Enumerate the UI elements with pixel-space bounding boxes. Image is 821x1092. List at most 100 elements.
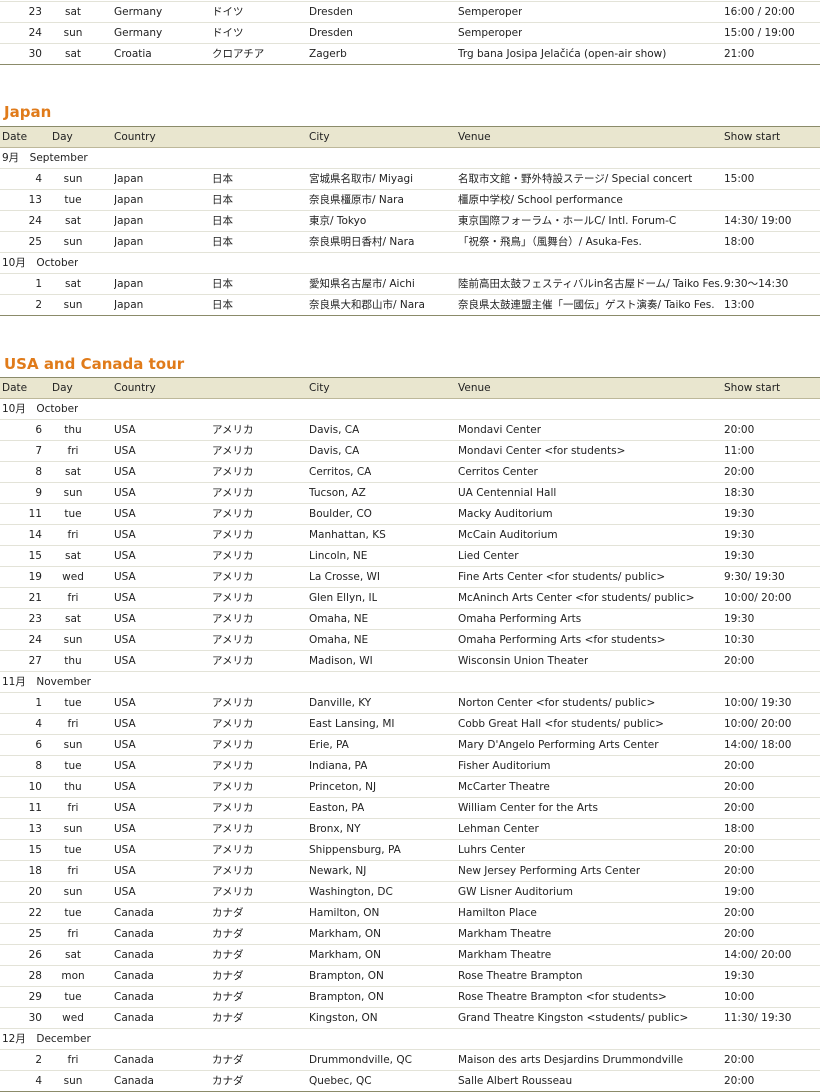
country-jp-cell: 日本 (212, 278, 233, 290)
country-cell: USA (114, 445, 136, 457)
country-jp-cell: アメリカ (212, 781, 254, 793)
country-cell: Canada (114, 928, 154, 940)
table-row: 6 thu USA アメリカ Davis, CA Mondavi Center 20:00 (0, 420, 820, 441)
table-row: 15 tue USA アメリカ Shippensburg, PA Luhrs Center… (0, 840, 820, 861)
date-cell: 15 (28, 844, 42, 856)
city-cell: Kingston, ON (309, 1012, 378, 1024)
venue-cell: McCarter Theatre (458, 781, 550, 793)
date-cell: 4 (35, 173, 42, 185)
day-cell: sat (64, 613, 82, 625)
day-cell: sat (64, 215, 82, 227)
month-row: 9月 September (0, 148, 820, 169)
date-cell: 11 (28, 508, 42, 520)
country-cell: Canada (114, 949, 154, 961)
date-cell: 2 (35, 1054, 42, 1066)
date-cell: 30 (28, 48, 42, 60)
date-cell: 2 (35, 299, 42, 311)
month-label: 10月 October (2, 403, 79, 415)
day-cell: sun (63, 739, 83, 751)
venue-cell: Salle Albert Rousseau (458, 1075, 573, 1087)
table-row: 1 tue USA アメリカ Danville, KY Norton Center <fo… (0, 693, 820, 714)
venue-cell: Hamilton Place (458, 907, 537, 919)
show-start-cell: 20:00 (724, 760, 755, 772)
city-cell: Quebec, QC (309, 1075, 372, 1087)
date-cell: 1 (35, 697, 42, 709)
city-cell: Newark, NJ (309, 865, 367, 877)
country-jp-cell: 日本 (212, 299, 233, 311)
table-row: 25 sun Japan 日本 奈良県明日香村/ Nara 「祝祭・飛鳥」（風舞台）/ A… (0, 232, 820, 253)
venue-cell: Luhrs Center (458, 844, 526, 856)
country-cell: Canada (114, 1012, 154, 1024)
japan-section-title: Japan (4, 103, 52, 121)
country-jp-cell: 日本 (212, 236, 233, 248)
country-cell: USA (114, 571, 136, 583)
country-jp-cell: アメリカ (212, 802, 254, 814)
country-cell: USA (114, 634, 136, 646)
venue-cell: McAninch Arts Center <for students/ publ… (458, 592, 695, 604)
day-cell: tue (64, 760, 82, 772)
city-cell: Markham, ON (309, 949, 382, 961)
header-country: Country (114, 382, 156, 394)
country-jp-cell: アメリカ (212, 529, 254, 541)
city-cell: Boulder, CO (309, 508, 372, 520)
venue-cell: Wisconsin Union Theater (458, 655, 589, 667)
country-jp-cell: アメリカ (212, 760, 254, 772)
day-cell: tue (64, 991, 82, 1003)
venue-cell: Cerritos Center (458, 466, 538, 478)
show-start-cell: 20:00 (724, 781, 755, 793)
city-cell: 奈良県橿原市/ Nara (309, 194, 404, 206)
venue-cell: 東京国際フォーラム・ホールC/ Intl. Forum-C (458, 215, 677, 227)
venue-cell: Rose Theatre Brampton (458, 970, 583, 982)
country-jp-cell: アメリカ (212, 424, 254, 436)
date-cell: 6 (35, 424, 42, 436)
show-start-cell: 14:00/ 18:00 (724, 739, 792, 751)
city-cell: Easton, PA (309, 802, 365, 814)
table-row: 13 sun USA アメリカ Bronx, NY Lehman Center 18:00 (0, 819, 820, 840)
country-jp-cell: カナダ (212, 991, 244, 1003)
table-row: 8 tue USA アメリカ Indiana, PA Fisher Auditorium 2… (0, 756, 820, 777)
date-cell: 25 (28, 236, 42, 248)
venue-cell: McCain Auditorium (458, 529, 558, 541)
day-cell: thu (64, 781, 82, 793)
show-start-cell: 11:30/ 19:30 (724, 1012, 792, 1024)
country-cell: USA (114, 823, 136, 835)
day-cell: thu (64, 424, 82, 436)
header-date: Date (2, 382, 28, 394)
header-show-start: Show start (724, 382, 781, 394)
date-cell: 28 (28, 970, 42, 982)
venue-cell: Rose Theatre Brampton <for students> (458, 991, 667, 1003)
date-cell: 13 (28, 823, 42, 835)
day-cell: tue (64, 697, 82, 709)
date-cell: 9 (35, 487, 42, 499)
day-cell: sat (64, 6, 82, 18)
japan-schedule-table: Date Day Country City Venue Show start 9月 Sept… (0, 126, 820, 316)
country-jp-cell: アメリカ (212, 571, 254, 583)
table-row: 27 thu USA アメリカ Madison, WI Wisconsin Union T… (0, 651, 820, 672)
country-jp-cell: カナダ (212, 1012, 244, 1024)
header-country: Country (114, 131, 156, 143)
show-start-cell: 10:00 (724, 991, 755, 1003)
table-row: 13 tue Japan 日本 奈良県橿原市/ Nara 橿原中学校/ School pe… (0, 190, 820, 211)
header-day: Day (52, 131, 73, 143)
show-start-cell: 20:00 (724, 844, 755, 856)
header-show-start: Show start (724, 131, 781, 143)
date-cell: 21 (28, 592, 42, 604)
city-cell: Dresden (309, 27, 353, 39)
venue-cell: 橿原中学校/ School performance (458, 194, 623, 206)
month-label: 11月 November (2, 676, 91, 688)
venue-cell: William Center for the Arts (458, 802, 598, 814)
table-row: 24 sat Japan 日本 東京/ Tokyo 東京国際フォーラム・ホールC/ Int… (0, 211, 820, 232)
date-cell: 1 (35, 278, 42, 290)
header-city: City (309, 131, 330, 143)
country-cell: Croatia (114, 48, 152, 60)
country-cell: USA (114, 550, 136, 562)
show-start-cell: 18:00 (724, 823, 755, 835)
table-row: 20 sun USA アメリカ Washington, DC GW Lisner Audi… (0, 882, 820, 903)
date-cell: 20 (28, 886, 42, 898)
city-cell: Erie, PA (309, 739, 349, 751)
table-row: 4 fri USA アメリカ East Lansing, MI Cobb Great Ha… (0, 714, 820, 735)
country-cell: Japan (114, 215, 144, 227)
city-cell: Markham, ON (309, 928, 382, 940)
country-cell: USA (114, 886, 136, 898)
country-jp-cell: アメリカ (212, 466, 254, 478)
